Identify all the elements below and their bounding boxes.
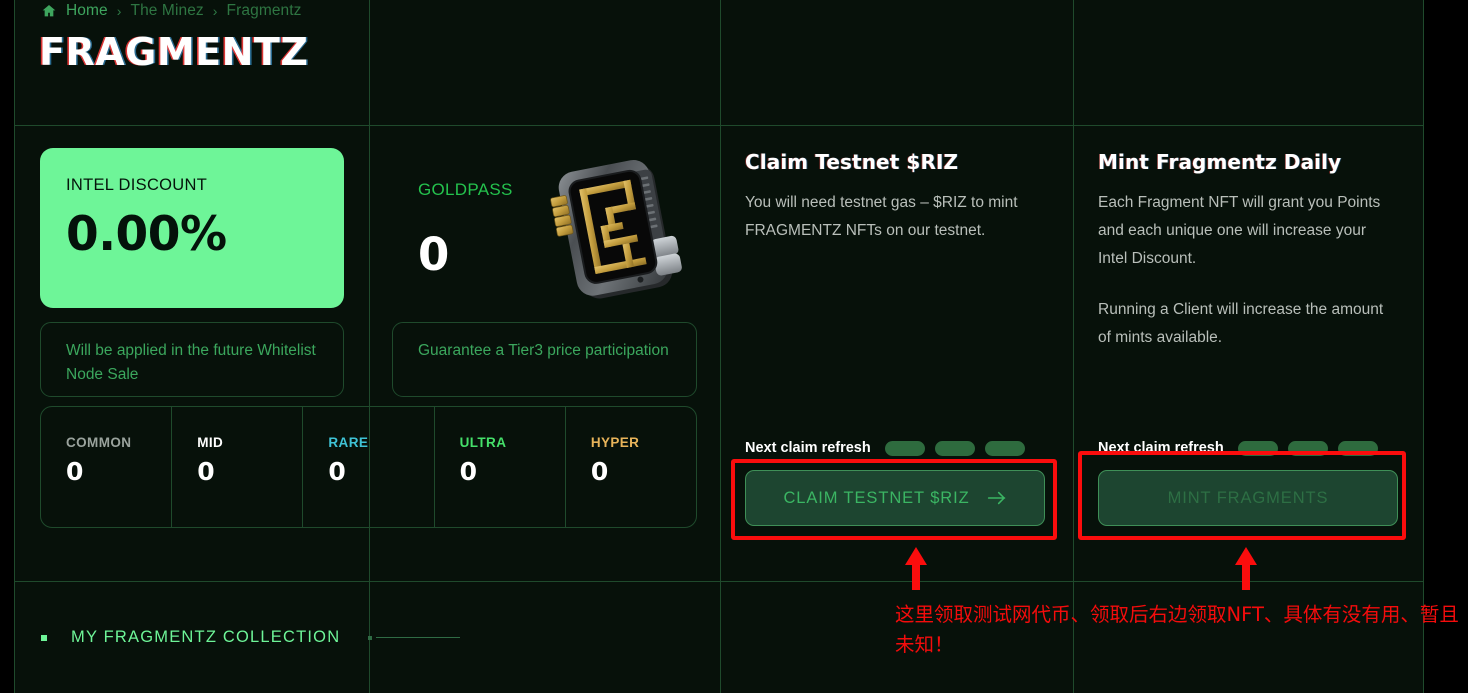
- breadcrumb: Home › The Minez › Fragmentz: [41, 0, 302, 22]
- arrow-right-icon: [987, 490, 1007, 506]
- rarity-cell-ultra: ULTRA 0: [435, 407, 566, 527]
- skeleton-pill: [1337, 440, 1378, 456]
- mint-panel-body: Each Fragment NFT will grant you Points …: [1098, 189, 1398, 352]
- home-icon: [41, 3, 57, 19]
- app-root: Home › The Minez › Fragmentz FRAGMENTZ I…: [0, 0, 1468, 693]
- claim-refresh-label: Next claim refresh: [745, 440, 871, 456]
- intel-discount-card: INTEL DISCOUNT 0.00%: [40, 148, 344, 308]
- claim-panel-title: Claim Testnet $RIZ: [745, 150, 959, 174]
- rarity-label: HYPER: [590, 435, 640, 450]
- bullet-square-icon: [41, 634, 47, 641]
- breadcrumb-separator: ›: [116, 3, 122, 19]
- claim-testnet-panel: Claim Testnet $RIZ You will need testnet…: [745, 150, 1045, 245]
- divider-dot-icon: [368, 635, 373, 640]
- rarity-cell-common: COMMON 0: [41, 407, 173, 527]
- claim-testnet-riz-button[interactable]: CLAIM TESTNET $RIZ: [745, 470, 1045, 526]
- rarity-count: 0: [197, 457, 215, 486]
- rarity-cell-hyper: HYPER 0: [566, 407, 696, 527]
- page-title: FRAGMENTZ: [39, 30, 309, 74]
- intel-discount-label: INTEL DISCOUNT: [66, 176, 208, 194]
- grid-vline: [720, 0, 721, 693]
- mint-panel-title: Mint Fragmentz Daily: [1098, 150, 1342, 174]
- collection-divider: [368, 635, 461, 640]
- skeleton-pill: [1287, 440, 1328, 456]
- claim-panel-body: You will need testnet gas – $RIZ to mint…: [745, 194, 1018, 240]
- mint-panel-paragraph-2: Running a Client will increase the amoun…: [1098, 300, 1384, 346]
- rarity-count: 0: [459, 457, 478, 486]
- rarity-count: 0: [590, 457, 609, 486]
- breadcrumb-item-the-minez[interactable]: The Minez: [131, 2, 204, 20]
- annotation-arrow-up-icon-mint: [1233, 547, 1259, 595]
- mint-panel-paragraph-1: Each Fragment NFT will grant you Points …: [1098, 194, 1381, 268]
- rarity-label: RARE: [328, 435, 369, 450]
- rarity-count: 0: [66, 457, 84, 486]
- grid-vline: [369, 0, 370, 693]
- rarity-cell-mid: MID 0: [172, 407, 304, 527]
- goldpass-chip-card-icon: [530, 150, 705, 315]
- claim-refresh-skeleton: [884, 440, 1025, 456]
- divider-line: [376, 637, 461, 638]
- grid-vline: [1073, 0, 1074, 693]
- rarity-label: COMMON: [66, 435, 132, 450]
- claim-refresh-row: Next claim refresh: [745, 440, 1025, 456]
- skeleton-pill: [884, 440, 925, 456]
- rarity-label: MID: [197, 435, 224, 450]
- breadcrumb-separator: ›: [212, 3, 218, 19]
- rarity-label: ULTRA: [459, 435, 507, 450]
- rarity-count: 0: [328, 457, 346, 486]
- grid-hline: [15, 581, 1423, 582]
- goldpass-label: GOLDPASS: [418, 180, 513, 199]
- mint-refresh-row: Next claim refresh: [1098, 440, 1378, 456]
- goldpass-note: Guarantee a Tier3 price participation: [392, 322, 697, 397]
- skeleton-pill: [984, 440, 1025, 456]
- annotation-arrow-up-icon-claim: [903, 547, 929, 595]
- goldpass-value: 0: [418, 228, 450, 281]
- grid-hline: [15, 125, 1423, 126]
- mint-button-label: MINT FRAGMENTS: [1167, 488, 1329, 507]
- annotation-note-text: 这里领取测试网代币、领取后右边领取NFT、具体有没有用、暂且未知！: [895, 603, 1459, 657]
- intel-discount-value: 0.00%: [66, 207, 227, 262]
- mint-refresh-label: Next claim refresh: [1098, 440, 1224, 456]
- intel-discount-note: Will be applied in the future Whitelist …: [40, 322, 344, 397]
- my-fragmentz-collection-header[interactable]: MY FRAGMENTZ COLLECTION: [41, 628, 461, 647]
- skeleton-pill: [1237, 440, 1278, 456]
- collection-title: MY FRAGMENTZ COLLECTION: [71, 628, 341, 646]
- mint-fragmentz-panel: Mint Fragmentz Daily Each Fragment NFT w…: [1098, 150, 1398, 352]
- breadcrumb-item-fragmentz: Fragmentz: [226, 2, 302, 19]
- mint-refresh-skeleton: [1237, 440, 1378, 456]
- skeleton-pill: [934, 440, 975, 456]
- breadcrumb-item-home[interactable]: Home: [66, 2, 108, 20]
- claim-button-label: CLAIM TESTNET $RIZ: [783, 488, 970, 507]
- mint-fragments-button[interactable]: MINT FRAGMENTS: [1098, 470, 1398, 526]
- rarity-counts-row: COMMON 0 MID 0 RARE 0 ULTRA 0 HYPER 0: [40, 406, 697, 528]
- rarity-cell-rare: RARE 0: [303, 407, 435, 527]
